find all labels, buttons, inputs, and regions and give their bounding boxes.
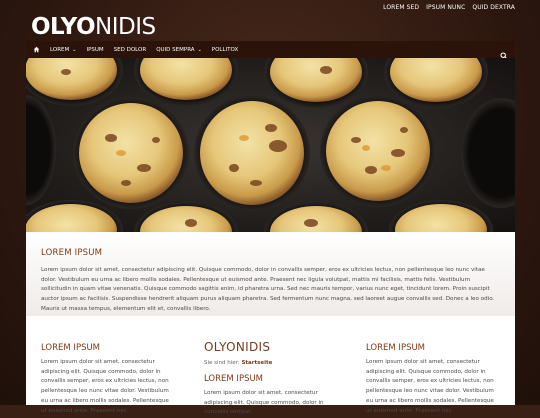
main-nav: LOREM ⌄ IPSUM SED DOLOR QUID SEMPRA ⌄ POLL… <box>26 41 515 60</box>
intro-text: Lorem ipsum dolor sit amet, consectetur … <box>41 267 495 312</box>
nav-item-pollitox[interactable]: POLLITOX <box>212 47 239 53</box>
nav-item-quid-sempra[interactable]: QUID SEMPRA ⌄ <box>156 47 202 53</box>
top-links: LOREM SED IPSUM NUNC QUID DEXTRA <box>383 4 515 11</box>
center-column-text: Lorem ipsum dolor sit amet, consectetur … <box>204 390 324 416</box>
content-columns: LOREM IPSUM Lorem ipsum dolor sit amet, … <box>26 316 515 415</box>
hero-image <box>26 58 515 232</box>
site-logo[interactable]: OLYONIDIS <box>31 12 156 42</box>
center-column-subtitle: LOREM IPSUM <box>204 374 264 384</box>
breadcrumb-link[interactable]: Startseite <box>241 360 272 366</box>
nav-item-lorem[interactable]: LOREM ⌄ <box>50 47 76 53</box>
nav-item-label: QUID SEMPRA <box>156 46 195 53</box>
nav-item-label: SED DOLOR <box>113 46 147 53</box>
right-column-title: LOREM IPSUM <box>366 343 426 353</box>
logo-light: NIDIS <box>95 14 156 40</box>
home-icon[interactable] <box>32 46 40 54</box>
nav-item-label: POLLITOX <box>211 46 239 53</box>
nav-item-label: LOREM <box>50 46 70 53</box>
chevron-down-icon: ⌄ <box>197 46 202 53</box>
left-column-title: LOREM IPSUM <box>41 343 101 353</box>
site-header: OLYONIDIS LOREM SED IPSUM NUNC QUID DEXT… <box>0 0 540 42</box>
breadcrumb-prefix: Sie sind hier: <box>204 360 240 366</box>
left-column-text: Lorem ipsum dolor sit amet, consectetur … <box>41 359 169 414</box>
breadcrumb: Sie sind hier: Startseite <box>204 360 272 366</box>
logo-bold: OLYO <box>31 14 96 40</box>
intro-section: LOREM IPSUM Lorem ipsum dolor sit amet, … <box>26 232 515 316</box>
center-column-title: OLYONIDIS <box>204 340 271 354</box>
top-link-quid-dextra[interactable]: QUID DEXTRA <box>472 4 515 11</box>
nav-item-sed-dolor[interactable]: SED DOLOR <box>114 47 147 53</box>
top-link-ipsum-nunc[interactable]: IPSUM NUNC <box>426 4 465 11</box>
chevron-down-icon: ⌄ <box>72 46 77 53</box>
search-icon[interactable] <box>500 45 509 60</box>
right-column-text: Lorem ipsum dolor sit amet, consectetur … <box>366 359 494 414</box>
top-link-lorem-sed[interactable]: LOREM SED <box>383 4 419 11</box>
nav-item-label: IPSUM <box>86 46 104 53</box>
intro-title: LOREM IPSUM <box>41 248 103 258</box>
nav-item-ipsum[interactable]: IPSUM <box>86 47 103 53</box>
